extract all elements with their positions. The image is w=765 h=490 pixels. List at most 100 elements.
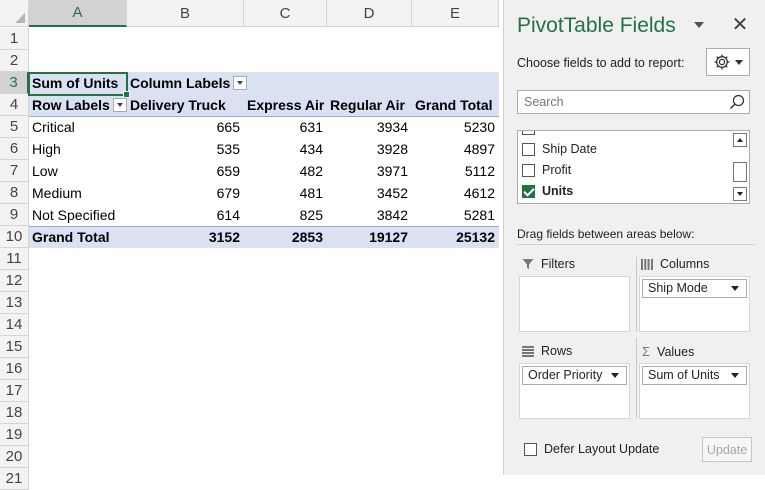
pivot-row-label[interactable]: Critical	[29, 116, 78, 138]
columns-icon	[641, 258, 653, 270]
pivot-column-labels[interactable]: Column Labels	[127, 72, 250, 94]
row-header-3[interactable]: 3	[0, 72, 29, 94]
pivot-value-cell[interactable]: 535	[127, 138, 244, 160]
pivot-header-cell[interactable]: Delivery Truck	[127, 94, 229, 116]
ship-mode-field-pill[interactable]: Ship Mode	[642, 279, 747, 298]
search-input[interactable]	[517, 90, 750, 114]
field-item-units[interactable]: Units	[522, 181, 573, 201]
column-header-d[interactable]: D	[327, 0, 412, 27]
row-header-7[interactable]: 7	[0, 160, 29, 182]
choose-fields-label: Choose fields to add to report:	[517, 56, 685, 70]
pivot-header-cell[interactable]: Express Air	[244, 94, 327, 116]
row-labels-filter-icon[interactable]	[112, 98, 127, 113]
row-header-19[interactable]: 19	[0, 424, 29, 446]
row-header-8[interactable]: 8	[0, 182, 29, 204]
field-checkbox[interactable]	[522, 131, 535, 135]
pivot-value-cell[interactable]: 3971	[327, 160, 412, 182]
field-item-ship-date[interactable]: Ship Date	[522, 139, 597, 159]
row-header-2[interactable]: 2	[0, 50, 29, 72]
pivot-value-cell[interactable]: 3934	[327, 116, 412, 138]
defer-checkbox[interactable]	[524, 442, 537, 456]
pivot-value-cell[interactable]: 614	[127, 204, 244, 226]
field-checkbox[interactable]	[522, 142, 535, 156]
scroll-down-button[interactable]	[733, 187, 747, 201]
pivot-row-label[interactable]: Medium	[29, 182, 85, 204]
field-item-partial[interactable]	[522, 131, 542, 138]
pivot-value-cell[interactable]: 679	[127, 182, 244, 204]
pivot-value-cell[interactable]: 825	[244, 204, 327, 226]
column-header-c[interactable]: C	[244, 0, 327, 27]
pivot-value-cell[interactable]: 482	[244, 160, 327, 182]
pivot-value-cell[interactable]: 631	[244, 116, 327, 138]
column-header-a[interactable]: A	[29, 0, 127, 27]
scroll-thumb[interactable]	[733, 162, 747, 182]
pivot-header-cell[interactable]: Grand Total	[412, 94, 496, 116]
row-header-12[interactable]: 12	[0, 270, 29, 292]
pivot-row-label[interactable]: Low	[29, 160, 61, 182]
rows-drop-area[interactable]: Order Priority	[519, 363, 630, 419]
row-header-14[interactable]: 14	[0, 314, 29, 336]
row-header-20[interactable]: 20	[0, 446, 29, 468]
row-header-1[interactable]: 1	[0, 28, 29, 50]
rows-icon	[522, 345, 534, 357]
rows-label: Rows	[541, 344, 573, 358]
pivot-value-cell[interactable]: 3842	[327, 204, 412, 226]
pivot-total-cell[interactable]: 3152	[127, 226, 244, 248]
column-header-e[interactable]: E	[412, 0, 499, 27]
pivot-total-cell[interactable]: 25132	[412, 226, 499, 248]
pivot-value-cell[interactable]: 5281	[412, 204, 499, 226]
column-header-b[interactable]: B	[127, 0, 244, 27]
tools-button[interactable]	[706, 48, 750, 76]
filter-icon	[522, 259, 534, 269]
pivot-value-cell[interactable]: 3452	[327, 182, 412, 204]
values-drop-area[interactable]: Sum of Units	[639, 363, 750, 419]
pivot-grand-total-label[interactable]: Grand Total	[29, 226, 113, 248]
field-item-profit[interactable]: Profit	[522, 160, 571, 180]
field-checkbox-checked[interactable]	[522, 184, 535, 198]
row-header-21[interactable]: 21	[0, 468, 29, 490]
field-list-scrollbar[interactable]	[732, 131, 749, 203]
row-header-18[interactable]: 18	[0, 402, 29, 424]
pivot-row-label[interactable]: Not Specified	[29, 204, 118, 226]
pivot-value-cell[interactable]: 3928	[327, 138, 412, 160]
defer-layout-update[interactable]: Defer Layout Update	[524, 442, 659, 456]
pivot-total-cell[interactable]: 2853	[244, 226, 327, 248]
pivot-value-cell[interactable]: 4897	[412, 138, 499, 160]
pivot-row-label[interactable]: High	[29, 138, 64, 160]
pivot-row-labels[interactable]: Row Labels	[29, 94, 130, 116]
pane-options-dropdown-icon[interactable]	[694, 22, 704, 28]
pivot-value-cell[interactable]: 481	[244, 182, 327, 204]
row-header-13[interactable]: 13	[0, 292, 29, 314]
row-header-17[interactable]: 17	[0, 380, 29, 402]
drag-fields-label: Drag fields between areas below:	[517, 227, 695, 241]
values-area-header: Σ Values	[642, 344, 694, 359]
pivot-value-cell[interactable]: 4612	[412, 182, 499, 204]
search-icon[interactable]	[729, 94, 745, 110]
pivot-total-cell[interactable]: 19127	[327, 226, 412, 248]
row-header-5[interactable]: 5	[0, 116, 29, 138]
field-checkbox[interactable]	[522, 163, 535, 177]
scroll-up-button[interactable]	[733, 133, 747, 147]
row-header-4[interactable]: 4	[0, 94, 29, 116]
order-priority-field-pill[interactable]: Order Priority	[522, 366, 627, 385]
close-icon[interactable]: ✕	[730, 14, 750, 36]
row-header-15[interactable]: 15	[0, 336, 29, 358]
pivot-value-cell[interactable]: 665	[127, 116, 244, 138]
row-header-16[interactable]: 16	[0, 358, 29, 380]
sum-of-units-field-pill[interactable]: Sum of Units	[642, 366, 747, 385]
divider	[517, 244, 755, 245]
pivot-value-cell[interactable]: 5230	[412, 116, 499, 138]
pivot-value-cell[interactable]: 659	[127, 160, 244, 182]
update-button[interactable]: Update	[702, 437, 752, 462]
pivot-header-cell[interactable]: Regular Air	[327, 94, 408, 116]
select-all-corner[interactable]	[0, 0, 29, 27]
row-header-6[interactable]: 6	[0, 138, 29, 160]
row-header-11[interactable]: 11	[0, 248, 29, 270]
pivot-value-cell[interactable]: 434	[244, 138, 327, 160]
row-header-10[interactable]: 10	[0, 226, 29, 248]
row-header-9[interactable]: 9	[0, 204, 29, 226]
column-labels-filter-icon[interactable]	[233, 76, 248, 91]
pivot-value-cell[interactable]: 5112	[412, 160, 499, 182]
filters-drop-area[interactable]	[519, 276, 630, 332]
columns-drop-area[interactable]: Ship Mode	[639, 276, 750, 332]
